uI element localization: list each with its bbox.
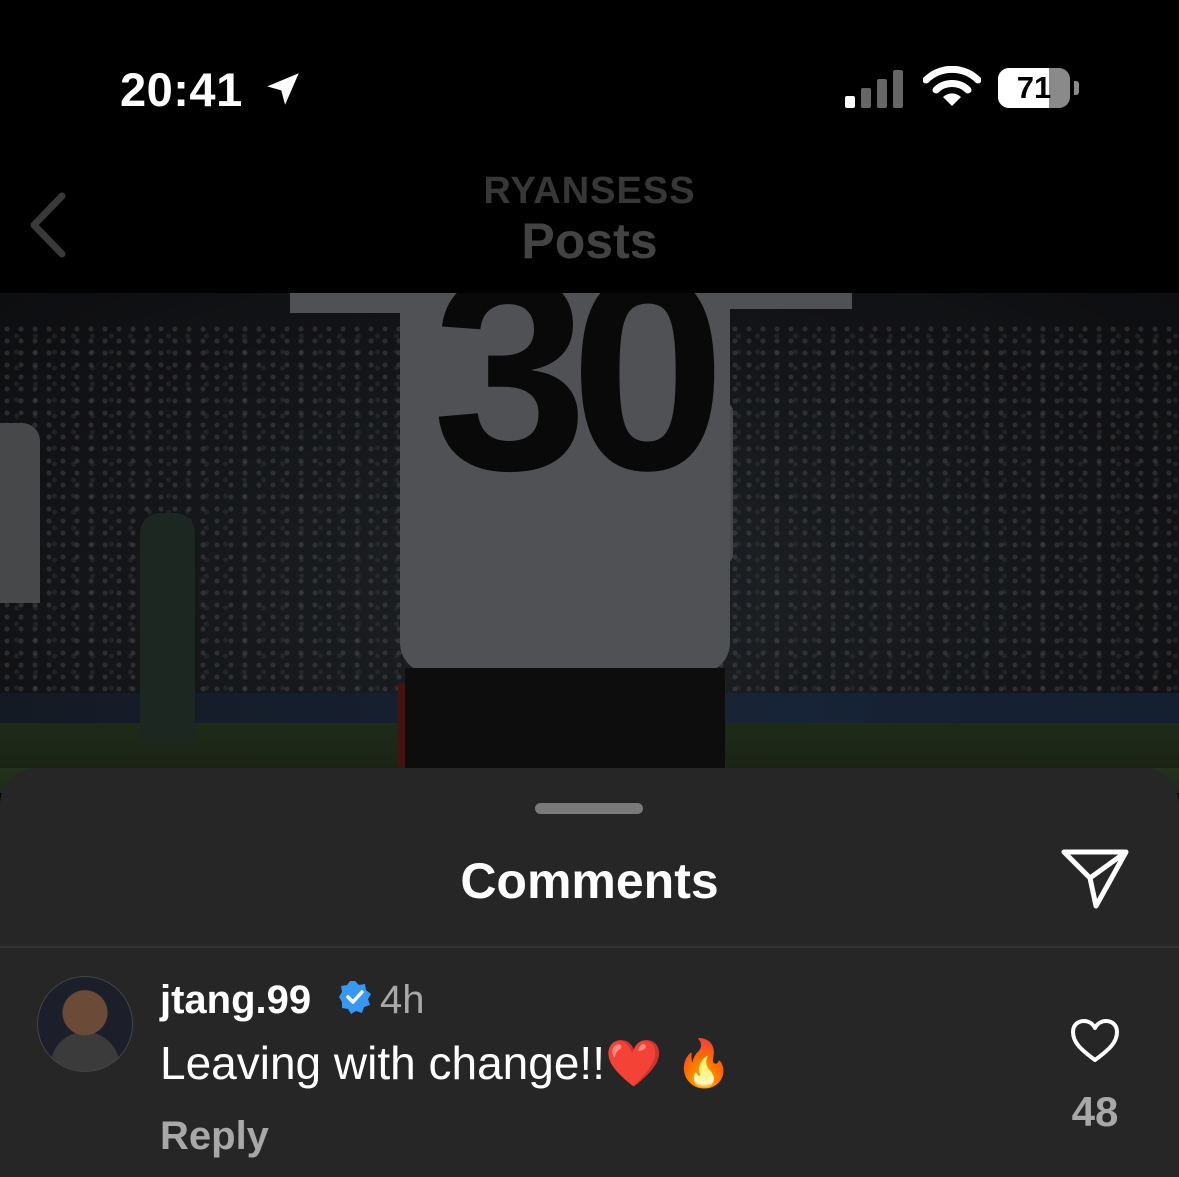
battery-icon: 71	[998, 68, 1079, 108]
battery-cap	[1074, 81, 1079, 95]
side-player	[0, 423, 40, 603]
battery-percent: 71	[1016, 70, 1052, 105]
page-title: Posts	[521, 213, 658, 269]
comment-time: 4h	[380, 978, 425, 1022]
shirt-sleeve-left	[290, 293, 410, 313]
location-arrow-icon	[267, 73, 299, 105]
verified-badge-icon	[339, 981, 371, 1014]
cellular-signal-icon	[845, 70, 903, 108]
comment-username[interactable]: jtang.99	[160, 978, 311, 1023]
nav-header: RYANSESS Posts	[0, 150, 1179, 293]
like-count: 48	[1071, 1088, 1119, 1135]
status-time: 20:41	[120, 63, 243, 116]
comment-item: jtang.99 4h Leaving with change!!❤️ 🔥 Re…	[0, 948, 1179, 1177]
goalkeeper	[140, 513, 195, 743]
comments-title: Comments	[460, 853, 719, 909]
battery-body: 71	[998, 68, 1070, 108]
wifi-icon	[923, 66, 981, 106]
comments-sheet: Comments jtang.99 4h Leaving with change…	[0, 768, 1179, 1177]
reply-button[interactable]: Reply	[160, 1114, 269, 1159]
shirt-number: 30	[432, 293, 725, 529]
profile-username: RYANSESS	[483, 170, 696, 212]
sheet-grabber[interactable]	[535, 803, 643, 814]
status-bar: 20:41 71	[0, 0, 1179, 150]
paper-plane-icon[interactable]	[1060, 848, 1130, 910]
player-shorts	[405, 668, 725, 768]
screen: 20:41 71 RYANSESS Posts 30 Comments jtan…	[0, 0, 1179, 1177]
comment-text: Leaving with change!!❤️ 🔥	[160, 1037, 733, 1089]
post-photo[interactable]: 30	[0, 293, 1179, 793]
shirt-sleeve-right	[722, 293, 852, 309]
heart-icon[interactable]	[1070, 1018, 1120, 1064]
avatar[interactable]	[37, 976, 133, 1072]
